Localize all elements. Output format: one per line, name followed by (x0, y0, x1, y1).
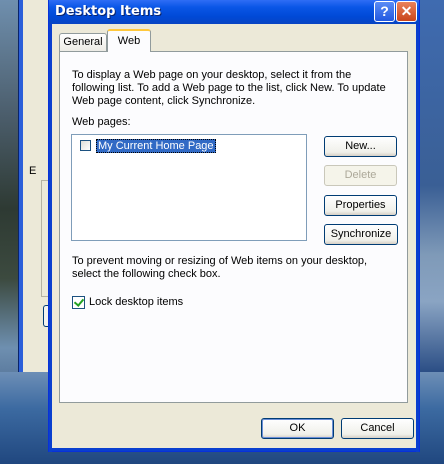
parent-dialog: E (18, 0, 52, 372)
delete-button[interactable]: Delete (324, 165, 397, 186)
tab-web[interactable]: Web (107, 29, 151, 52)
close-button[interactable]: ✕ (396, 1, 417, 22)
dialog-frame-bottom (49, 448, 419, 451)
webpages-label: Web pages: (72, 116, 131, 128)
desktop-items-dialog: Desktop Items ? ✕ General Web To display… (48, 0, 420, 452)
cancel-button[interactable]: Cancel (341, 418, 414, 439)
dialog-frame-right (416, 24, 419, 452)
help-icon: ? (380, 3, 389, 19)
properties-button[interactable]: Properties (324, 195, 397, 216)
webpage-checkbox[interactable] (80, 140, 91, 151)
help-button[interactable]: ? (374, 1, 395, 22)
window-title: Desktop Items (55, 4, 162, 19)
close-icon: ✕ (400, 3, 413, 19)
tab-general[interactable]: General (59, 33, 107, 51)
web-tab-panel: To display a Web page on your desktop, s… (59, 51, 408, 403)
parent-dialog-frame (19, 0, 23, 372)
synchronize-button[interactable]: Synchronize (324, 224, 398, 245)
lock-desktop-items-checkbox[interactable] (72, 296, 85, 309)
new-button[interactable]: New... (324, 136, 397, 157)
prevent-moving-text: To prevent moving or resizing of Web ite… (72, 255, 368, 280)
title-bar[interactable]: Desktop Items ? ✕ (49, 0, 419, 24)
dialog-frame-left (49, 24, 52, 452)
webpage-label[interactable]: My Current Home Page (96, 139, 216, 153)
lock-desktop-items-label[interactable]: Lock desktop items (89, 296, 183, 309)
webpages-list[interactable]: My Current Home Page (71, 134, 307, 241)
ok-button[interactable]: OK (261, 418, 334, 439)
web-description: To display a Web page on your desktop, s… (72, 69, 386, 107)
